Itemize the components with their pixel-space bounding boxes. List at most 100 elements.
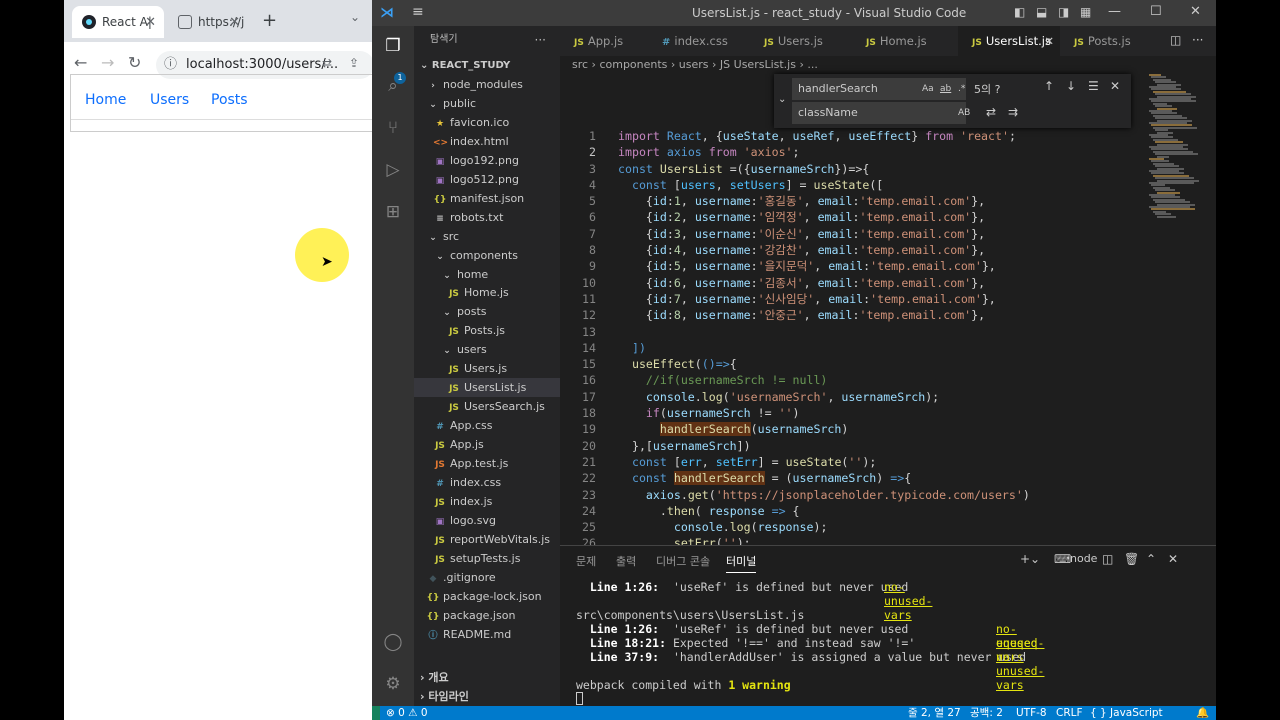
- source-control-icon[interactable]: ⑂: [383, 118, 403, 138]
- close-window-icon[interactable]: ✕: [1190, 4, 1201, 19]
- tree-item[interactable]: ▣ logo192.png: [414, 151, 560, 170]
- editor-tab[interactable]: # index.css: [648, 26, 750, 56]
- breadcrumb[interactable]: src › components › users › JS UsersList.…: [572, 58, 818, 71]
- editor-tab[interactable]: JS Users.js: [750, 26, 852, 56]
- rule-link[interactable]: no-unused-vars: [884, 580, 932, 622]
- editor-tab[interactable]: JS App.js: [560, 26, 648, 56]
- close-tab-icon[interactable]: ✕: [1044, 26, 1054, 56]
- new-terminal-icon[interactable]: +⌄: [1020, 552, 1040, 566]
- chevron-down-icon[interactable]: ⌄: [350, 10, 360, 24]
- tree-item[interactable]: ▣ logo.svg: [414, 511, 560, 530]
- tree-item[interactable]: # index.css: [414, 473, 560, 492]
- cursor-position[interactable]: 줄 2, 열 27: [908, 706, 961, 720]
- tree-item[interactable]: JS reportWebVitals.js: [414, 530, 560, 549]
- tree-item[interactable]: ▣ logo512.png: [414, 170, 560, 189]
- tree-item[interactable]: {} package-lock.json: [414, 587, 560, 606]
- tree-item[interactable]: ⌄ home: [414, 265, 560, 284]
- forward-icon[interactable]: →: [101, 53, 114, 72]
- nav-link-posts[interactable]: Posts: [211, 92, 248, 108]
- tree-item[interactable]: ⌄ users: [414, 340, 560, 359]
- split-terminal-icon[interactable]: ◫: [1102, 552, 1113, 566]
- timeline-section[interactable]: › 타임라인: [414, 687, 560, 706]
- tree-item[interactable]: › node_modules: [414, 75, 560, 94]
- project-folder[interactable]: ⌄ REACT_STUDY: [414, 56, 560, 75]
- menu-icon[interactable]: ≡: [412, 4, 424, 20]
- eol-status[interactable]: CRLF: [1056, 706, 1083, 720]
- regex-icon[interactable]: .*: [958, 78, 965, 100]
- split-editor-icon[interactable]: ◫: [1170, 33, 1181, 47]
- replace-all-icon[interactable]: ⇉: [1008, 105, 1018, 119]
- tree-item[interactable]: {} package.json: [414, 606, 560, 625]
- tree-item[interactable]: JS index.js: [414, 492, 560, 511]
- tree-item[interactable]: JS Home.js: [414, 283, 560, 302]
- minimize-icon[interactable]: —: [1108, 4, 1121, 19]
- tree-item[interactable]: <> index.html: [414, 132, 560, 151]
- browser-tab-jsonplaceholder[interactable]: https://j ✕: [168, 6, 248, 38]
- share-icon[interactable]: ⇪: [349, 56, 359, 70]
- indent-status[interactable]: 공백: 2: [970, 706, 1003, 720]
- rule-link[interactable]: no-unused-vars: [996, 650, 1044, 692]
- find-input[interactable]: handlerSearch Aa ab .*: [792, 78, 966, 100]
- bell-icon[interactable]: 🔔: [1196, 706, 1209, 720]
- customize-layout-icon[interactable]: ▦: [1080, 5, 1091, 19]
- toggle-replace-icon[interactable]: ⌄: [778, 94, 786, 105]
- tree-item[interactable]: JS UsersSearch.js: [414, 397, 560, 416]
- maximize-icon[interactable]: ☐: [1150, 4, 1162, 19]
- explorer-icon[interactable]: ❐: [383, 36, 403, 56]
- back-icon[interactable]: ←: [74, 53, 87, 72]
- extensions-icon[interactable]: ⊞: [383, 202, 403, 222]
- close-find-icon[interactable]: ✕: [1110, 79, 1120, 93]
- gear-icon[interactable]: ⚙: [383, 674, 403, 694]
- tree-item[interactable]: {} manifest.json: [414, 189, 560, 208]
- arrow-up-icon[interactable]: ↑: [1044, 79, 1054, 93]
- editor-tab[interactable]: JS Home.js: [852, 26, 958, 56]
- outline-section[interactable]: › 개요: [414, 668, 560, 687]
- tree-item[interactable]: ⌄ public: [414, 94, 560, 113]
- search-icon[interactable]: ⌕: [383, 76, 403, 96]
- whole-word-icon[interactable]: ab: [940, 78, 951, 100]
- code-editor[interactable]: 1 import React, {useState, useRef, useEff…: [560, 128, 1140, 550]
- tree-item[interactable]: JS setupTests.js: [414, 549, 560, 568]
- new-tab-icon[interactable]: +: [262, 10, 277, 31]
- tree-item[interactable]: ⓘ README.md: [414, 625, 560, 644]
- remote-indicator[interactable]: [372, 706, 380, 720]
- account-icon[interactable]: ◯: [383, 632, 403, 652]
- toggle-secondary-sidebar-icon[interactable]: ◨: [1058, 5, 1069, 19]
- arrow-down-icon[interactable]: ↓: [1066, 79, 1076, 93]
- tree-item[interactable]: ≡ robots.txt: [414, 208, 560, 227]
- replace-icon[interactable]: ⇄: [986, 105, 996, 119]
- toggle-sidebar-icon[interactable]: ◧: [1014, 5, 1025, 19]
- trash-icon[interactable]: 🗑: [1124, 552, 1139, 566]
- find-in-selection-icon[interactable]: ☰: [1088, 79, 1099, 93]
- tree-item[interactable]: ◆ .gitignore: [414, 568, 560, 587]
- close-panel-icon[interactable]: ✕: [1168, 552, 1178, 566]
- match-case-icon[interactable]: Aa: [922, 78, 934, 100]
- close-icon[interactable]: ✕: [229, 15, 240, 30]
- tree-item[interactable]: JS Posts.js: [414, 321, 560, 340]
- tree-item[interactable]: ⌄ posts: [414, 302, 560, 321]
- editor-tab[interactable]: JS UsersList.js ✕: [958, 26, 1060, 56]
- minimap[interactable]: [1147, 70, 1207, 290]
- chevron-up-icon[interactable]: ⌃: [1146, 552, 1156, 566]
- nav-link-home[interactable]: Home: [85, 92, 126, 108]
- translate-icon[interactable]: ⇄: [322, 56, 332, 70]
- tab-debug-console[interactable]: 디버그 콘솔: [656, 553, 710, 569]
- replace-input[interactable]: className AB: [792, 102, 970, 124]
- tree-item[interactable]: JS Users.js: [414, 359, 560, 378]
- tree-item[interactable]: JS UsersList.js: [414, 378, 560, 398]
- rule-link[interactable]: eqeqeq: [996, 636, 1038, 650]
- reload-icon[interactable]: ↻: [128, 53, 141, 72]
- tree-item[interactable]: JS App.test.js: [414, 454, 560, 473]
- tree-item[interactable]: ⌄ src: [414, 227, 560, 246]
- close-icon[interactable]: ✕: [145, 15, 156, 30]
- problems-status[interactable]: ⊗ 0 ⚠ 0: [386, 706, 428, 720]
- editor-tab[interactable]: JS Posts.js: [1060, 26, 1160, 56]
- more-actions-icon[interactable]: ···: [1192, 33, 1203, 47]
- nav-link-users[interactable]: Users: [150, 92, 189, 108]
- language-status[interactable]: { } JavaScript: [1090, 706, 1163, 720]
- tab-problems[interactable]: 문제: [576, 553, 596, 569]
- encoding-status[interactable]: UTF-8: [1016, 706, 1047, 720]
- browser-tab-react[interactable]: React A| ✕: [72, 6, 164, 38]
- toggle-panel-icon[interactable]: ⬓: [1036, 5, 1047, 19]
- preserve-case-icon[interactable]: AB: [958, 102, 970, 124]
